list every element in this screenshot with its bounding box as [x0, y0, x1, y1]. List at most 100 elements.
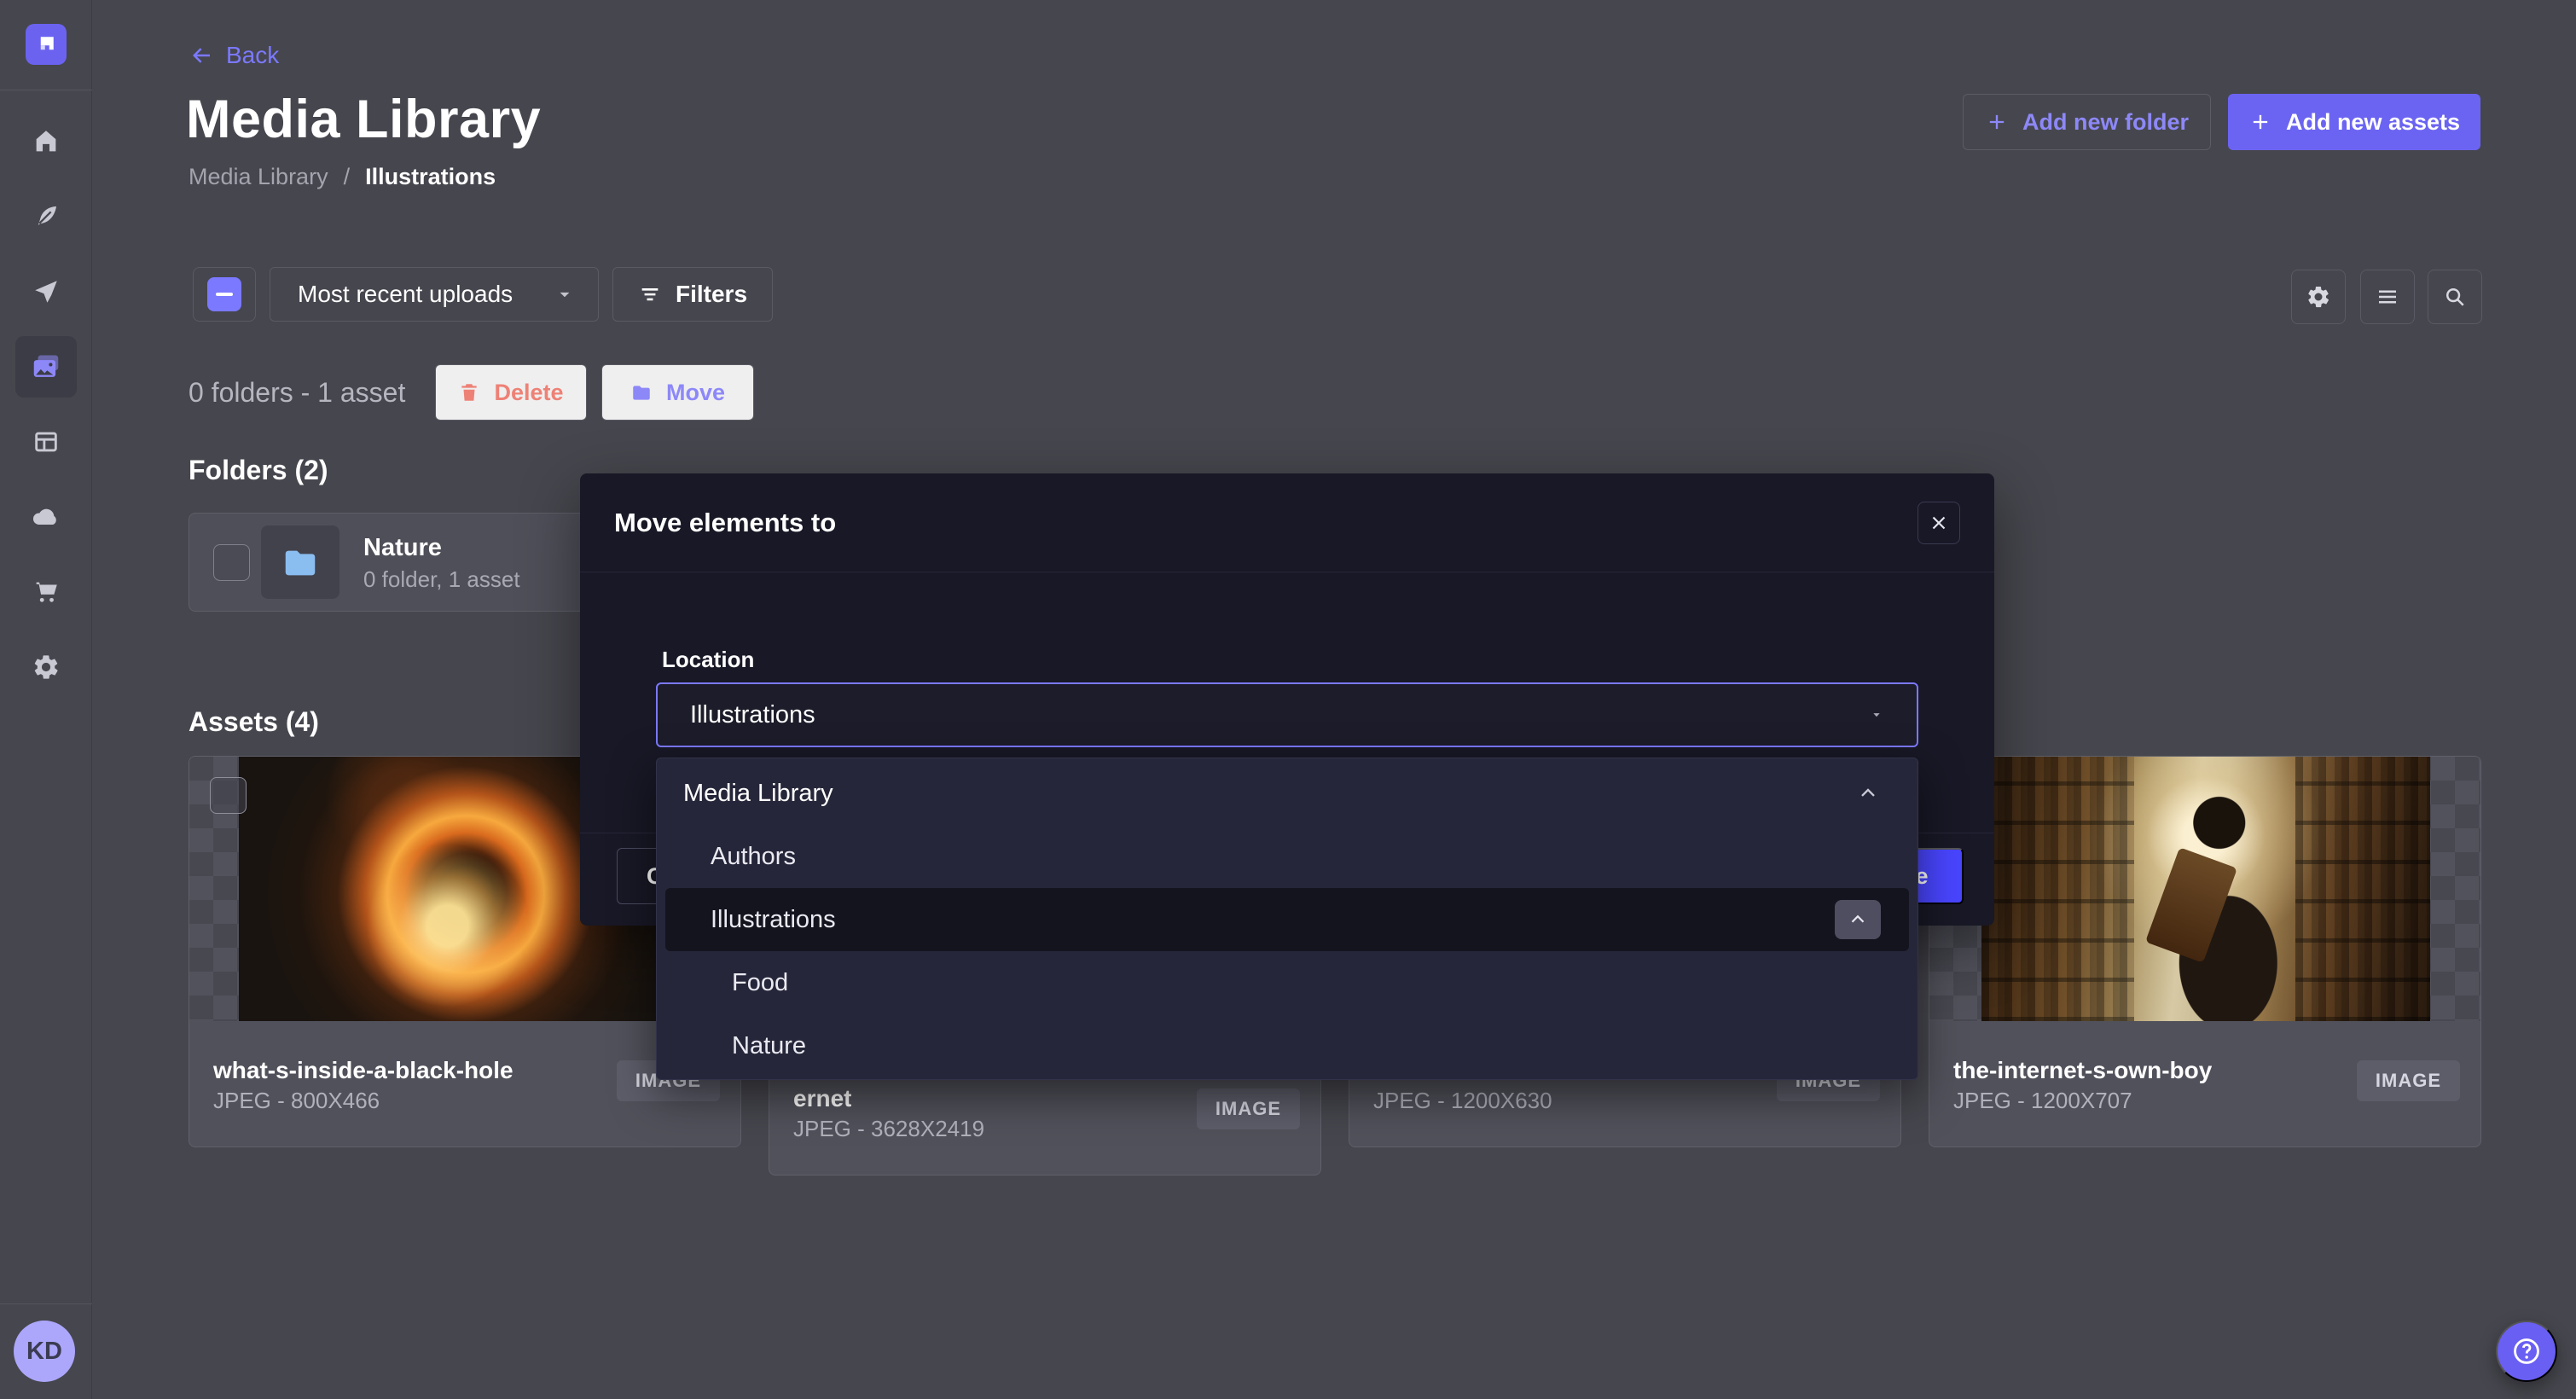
folders-heading: Folders (2) — [189, 455, 328, 486]
selection-summary: 0 folders - 1 asset — [189, 364, 405, 421]
modal-close-button[interactable] — [1917, 502, 1960, 544]
breadcrumb-parent[interactable]: Media Library — [189, 164, 328, 190]
trash-icon — [458, 381, 480, 403]
filters-button[interactable]: Filters — [612, 267, 773, 322]
chevron-down-icon — [554, 283, 576, 305]
breadcrumb: Media Library / Illustrations — [189, 164, 496, 190]
sort-select[interactable]: Most recent uploads — [270, 267, 599, 322]
breadcrumb-current: Illustrations — [365, 164, 496, 190]
filter-icon — [638, 282, 662, 306]
chevron-up-icon[interactable] — [1856, 781, 1880, 805]
layout-icon — [32, 427, 61, 456]
asset-checkbox[interactable] — [210, 777, 247, 814]
sidebar-item-settings[interactable] — [31, 652, 61, 682]
modal-title: Move elements to — [614, 508, 836, 538]
collapse-children-button[interactable] — [1835, 900, 1881, 939]
back-label: Back — [226, 42, 279, 69]
sidebar-divider-bottom — [0, 1303, 92, 1304]
sort-select-value: Most recent uploads — [298, 281, 513, 308]
images-icon — [30, 351, 62, 383]
asset-name: the-internet-s-own-boy — [1953, 1057, 2212, 1084]
move-label: Move — [666, 380, 725, 406]
sidebar-item-deploy[interactable] — [31, 502, 61, 532]
asset-type-badge: IMAGE — [1197, 1088, 1300, 1129]
dropdown-option-media-library[interactable]: Media Library — [657, 762, 1917, 825]
cloud-icon — [31, 502, 61, 532]
assets-heading: Assets (4) — [189, 706, 319, 738]
settings-icon — [2306, 284, 2331, 310]
sidebar-item-media-library[interactable] — [15, 336, 77, 398]
sidebar-item-content-type-builder[interactable] — [31, 427, 61, 457]
asset-name: ernet — [793, 1085, 851, 1112]
question-mark-icon — [2510, 1335, 2543, 1367]
modal-header: Move elements to — [580, 473, 1994, 572]
location-label: Location — [662, 647, 754, 673]
add-new-assets-label: Add new assets — [2286, 109, 2460, 136]
avatar-initials: KD — [26, 1338, 62, 1366]
search-button[interactable] — [2428, 270, 2482, 324]
paper-plane-icon — [32, 277, 61, 306]
caret-down-icon — [1867, 705, 1886, 724]
folder-meta: 0 folder, 1 asset — [363, 566, 520, 593]
option-label: Food — [732, 969, 788, 997]
cart-icon — [32, 578, 61, 607]
asset-meta: JPEG - 1200X707 — [1953, 1088, 2132, 1114]
asset-meta: JPEG - 800X466 — [213, 1088, 380, 1114]
folder-checkbox[interactable] — [213, 544, 250, 581]
list-icon — [2375, 284, 2400, 310]
asset-meta: JPEG - 1200X630 — [1373, 1088, 1552, 1114]
dropdown-option-nature[interactable]: Nature — [657, 1014, 1917, 1077]
dropdown-option-illustrations[interactable]: Illustrations — [665, 888, 1909, 951]
strapi-logo-icon — [33, 32, 59, 57]
asset-card[interactable]: the-internet-s-own-boy JPEG - 1200X707 I… — [1929, 756, 2481, 1147]
folder-name: Nature — [363, 534, 442, 562]
delete-button[interactable]: Delete — [435, 364, 587, 421]
add-new-folder-label: Add new folder — [2022, 109, 2189, 136]
gear-icon — [32, 653, 61, 682]
select-all-checkbox[interactable] — [193, 267, 256, 322]
add-new-assets-button[interactable]: Add new assets — [2228, 94, 2480, 150]
asset-type-badge: IMAGE — [2357, 1060, 2460, 1101]
sidebar-item-marketplace[interactable] — [31, 577, 61, 607]
sidebar-item-content[interactable] — [31, 201, 61, 232]
asset-name: what-s-inside-a-black-hole — [213, 1057, 513, 1084]
folder-tile — [261, 525, 339, 599]
sidebar-item-releases[interactable] — [31, 276, 61, 307]
move-button[interactable]: Move — [601, 364, 754, 421]
page-title: Media Library — [186, 89, 541, 150]
home-icon — [32, 127, 61, 156]
list-view-button[interactable] — [2360, 270, 2415, 324]
help-button[interactable] — [2496, 1321, 2557, 1382]
plus-icon — [2248, 110, 2272, 134]
chevron-up-icon — [1847, 908, 1869, 931]
sidebar-item-home[interactable] — [31, 126, 61, 157]
location-dropdown: Media Library Authors Illustrations Food… — [656, 758, 1918, 1080]
option-label: Nature — [732, 1032, 806, 1060]
avatar[interactable]: KD — [14, 1321, 75, 1382]
asset-thumbnail — [1929, 757, 2480, 1021]
strapi-logo[interactable] — [26, 24, 67, 65]
dropdown-option-authors[interactable]: Authors — [657, 825, 1917, 888]
breadcrumb-separator: / — [344, 164, 351, 190]
search-icon — [2442, 284, 2468, 310]
folder-icon — [281, 543, 320, 582]
back-link[interactable]: Back — [189, 41, 279, 70]
arrow-left-icon — [189, 43, 214, 68]
library-photo — [1981, 757, 2430, 1021]
feather-icon — [32, 202, 61, 231]
app-root: KD Back Media Library Media Library / Il… — [0, 0, 2576, 1399]
option-label: Media Library — [683, 780, 833, 808]
option-label: Authors — [711, 843, 796, 871]
close-icon — [1928, 512, 1950, 534]
checkbox-indeterminate-mark — [207, 277, 241, 311]
location-value: Illustrations — [690, 701, 815, 729]
delete-label: Delete — [494, 380, 563, 406]
asset-meta: JPEG - 3628X2419 — [793, 1116, 984, 1142]
location-combobox[interactable]: Illustrations — [656, 682, 1918, 747]
sidebar: KD — [0, 0, 92, 1399]
filters-label: Filters — [676, 281, 747, 308]
dropdown-option-food[interactable]: Food — [657, 951, 1917, 1014]
add-new-folder-button[interactable]: Add new folder — [1963, 94, 2211, 150]
view-settings-button[interactable] — [2291, 270, 2346, 324]
folder-icon — [630, 381, 653, 403]
